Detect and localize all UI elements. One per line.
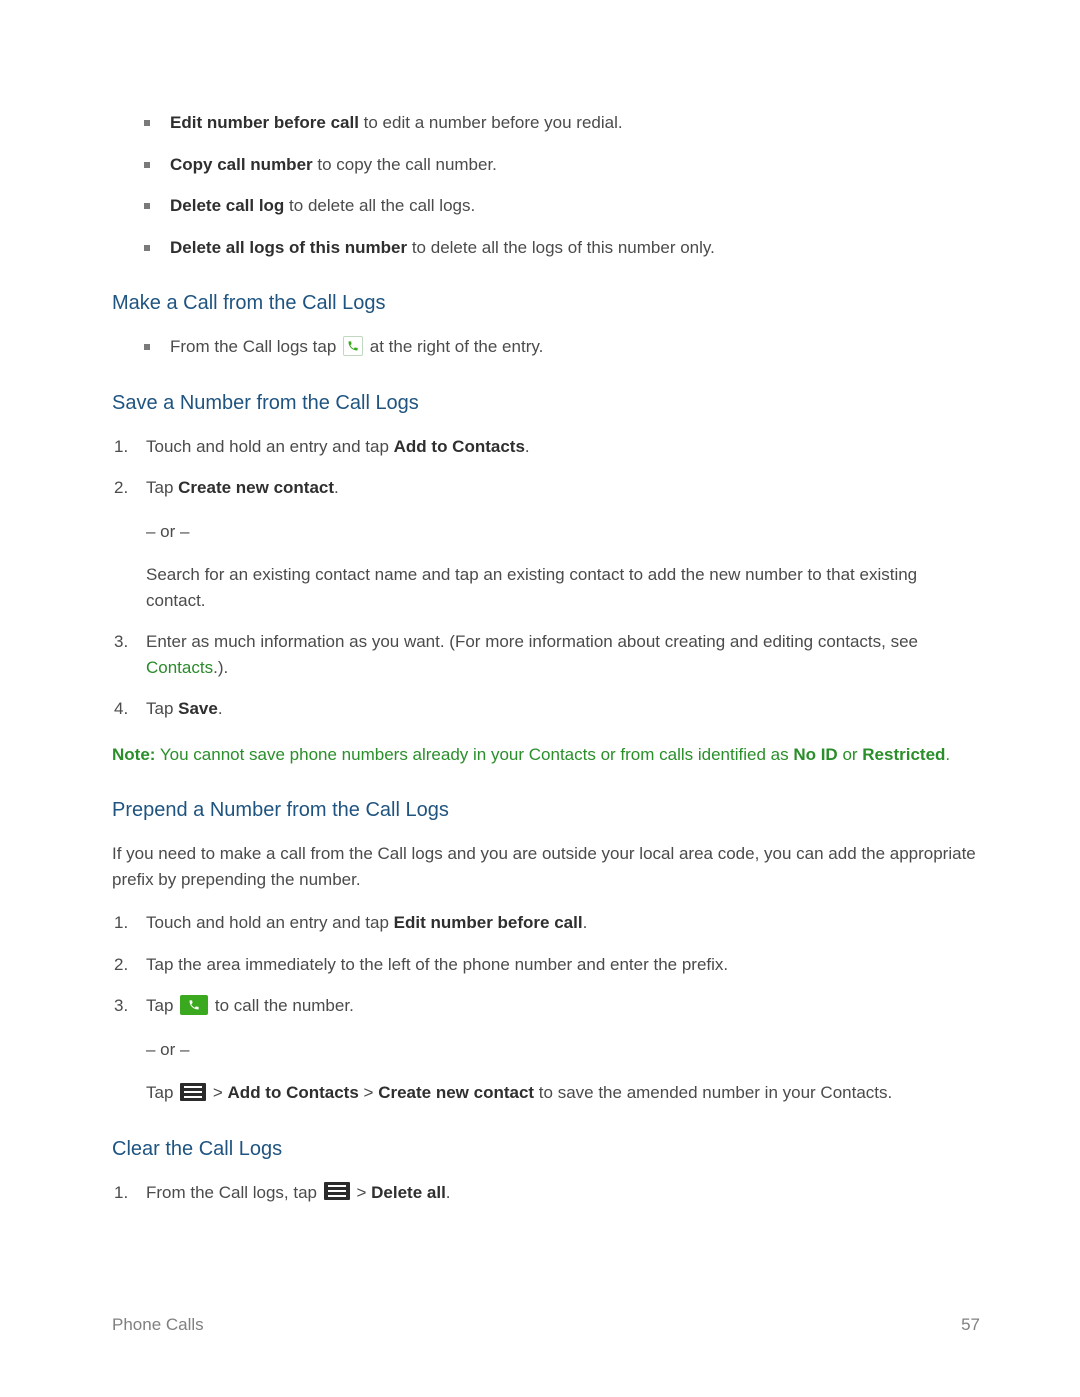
text: at the right of the entry.: [370, 337, 544, 356]
make-call-steps: From the Call logs tap at the right of t…: [142, 334, 980, 360]
list-item: Tap Create new contact. – or – Search fo…: [114, 475, 980, 613]
footer-section: Phone Calls: [112, 1312, 204, 1338]
list-item: Copy call number to copy the call number…: [142, 152, 980, 178]
text: Touch and hold an entry and tap: [146, 913, 394, 932]
text: .: [583, 913, 588, 932]
label-bold: Restricted: [862, 745, 945, 764]
list-item: Delete all logs of this number to delete…: [142, 235, 980, 261]
text: Tap: [146, 1083, 178, 1102]
label-bold: No ID: [793, 745, 837, 764]
text: .: [446, 1183, 451, 1202]
text: Touch and hold an entry and tap: [146, 437, 394, 456]
label-bold: Delete all: [371, 1183, 446, 1202]
text: From the Call logs tap: [170, 337, 341, 356]
list-item: Delete call log to delete all the call l…: [142, 193, 980, 219]
list-item: Touch and hold an entry and tap Edit num…: [114, 910, 980, 936]
text: .: [334, 478, 339, 497]
label-bold: Delete call log: [170, 196, 284, 215]
text: >: [359, 1083, 378, 1102]
phone-handset-icon: [343, 336, 363, 356]
text: Tap: [146, 478, 178, 497]
save-number-steps: Touch and hold an entry and tap Add to C…: [114, 434, 980, 722]
list-item: Tap to call the number. – or – Tap > Add…: [114, 993, 980, 1106]
text: to call the number.: [215, 996, 354, 1015]
text: .: [945, 745, 950, 764]
label-bold: Create new contact: [378, 1083, 534, 1102]
list-item: Tap Save.: [114, 696, 980, 722]
label-bold: Edit number before call: [394, 913, 583, 932]
menu-icon: [180, 1083, 206, 1101]
heading-prepend: Prepend a Number from the Call Logs: [112, 795, 980, 825]
text: .: [525, 437, 530, 456]
list-item: Tap the area immediately to the left of …: [114, 952, 980, 978]
text: .).: [213, 658, 228, 677]
text: .: [218, 699, 223, 718]
text: >: [213, 1083, 228, 1102]
label-bold: Create new contact: [178, 478, 334, 497]
label-rest: to copy the call number.: [313, 155, 497, 174]
label-bold: Add to Contacts: [394, 437, 525, 456]
heading-make-call: Make a Call from the Call Logs: [112, 288, 980, 318]
text: or: [838, 745, 863, 764]
note-label: Note:: [112, 745, 155, 764]
label-bold: Add to Contacts: [228, 1083, 359, 1102]
text: Tap: [146, 699, 178, 718]
or-separator: – or –: [146, 519, 980, 545]
footer-page-number: 57: [961, 1312, 980, 1338]
text: Tap the area immediately to the left of …: [146, 955, 728, 974]
text: Enter as much information as you want. (…: [146, 632, 918, 651]
or-separator: – or –: [146, 1037, 980, 1063]
call-button-icon: [180, 995, 208, 1015]
text: You cannot save phone numbers already in…: [155, 745, 793, 764]
text: >: [356, 1183, 371, 1202]
text: to save the amended number in your Conta…: [534, 1083, 892, 1102]
menu-icon: [324, 1182, 350, 1200]
prepend-steps: Touch and hold an entry and tap Edit num…: [114, 910, 980, 1106]
label-bold: Copy call number: [170, 155, 313, 174]
clear-steps: From the Call logs, tap > Delete all.: [114, 1180, 980, 1206]
page-footer: Phone Calls 57: [112, 1312, 980, 1338]
label-rest: to delete all the call logs.: [284, 196, 475, 215]
prepend-intro: If you need to make a call from the Call…: [112, 841, 980, 892]
list-item: Edit number before call to edit a number…: [142, 110, 980, 136]
label-bold: Edit number before call: [170, 113, 359, 132]
text: Tap: [146, 996, 178, 1015]
list-item: From the Call logs tap at the right of t…: [142, 334, 980, 360]
list-item: Touch and hold an entry and tap Add to C…: [114, 434, 980, 460]
label-rest: to edit a number before you redial.: [359, 113, 623, 132]
context-menu-options: Edit number before call to edit a number…: [142, 110, 980, 260]
label-bold: Delete all logs of this number: [170, 238, 407, 257]
document-page: Edit number before call to edit a number…: [0, 0, 1080, 1397]
heading-save-number: Save a Number from the Call Logs: [112, 388, 980, 418]
alt-flow: Tap > Add to Contacts > Create new conta…: [146, 1080, 980, 1106]
list-item: From the Call logs, tap > Delete all.: [114, 1180, 980, 1206]
text: From the Call logs, tap: [146, 1183, 322, 1202]
heading-clear: Clear the Call Logs: [112, 1134, 980, 1164]
label-rest: to delete all the logs of this number on…: [407, 238, 715, 257]
list-item: Enter as much information as you want. (…: [114, 629, 980, 680]
contacts-link[interactable]: Contacts: [146, 658, 213, 677]
note-block: Note: You cannot save phone numbers alre…: [112, 742, 980, 768]
alt-description: Search for an existing contact name and …: [146, 562, 980, 613]
label-bold: Save: [178, 699, 218, 718]
